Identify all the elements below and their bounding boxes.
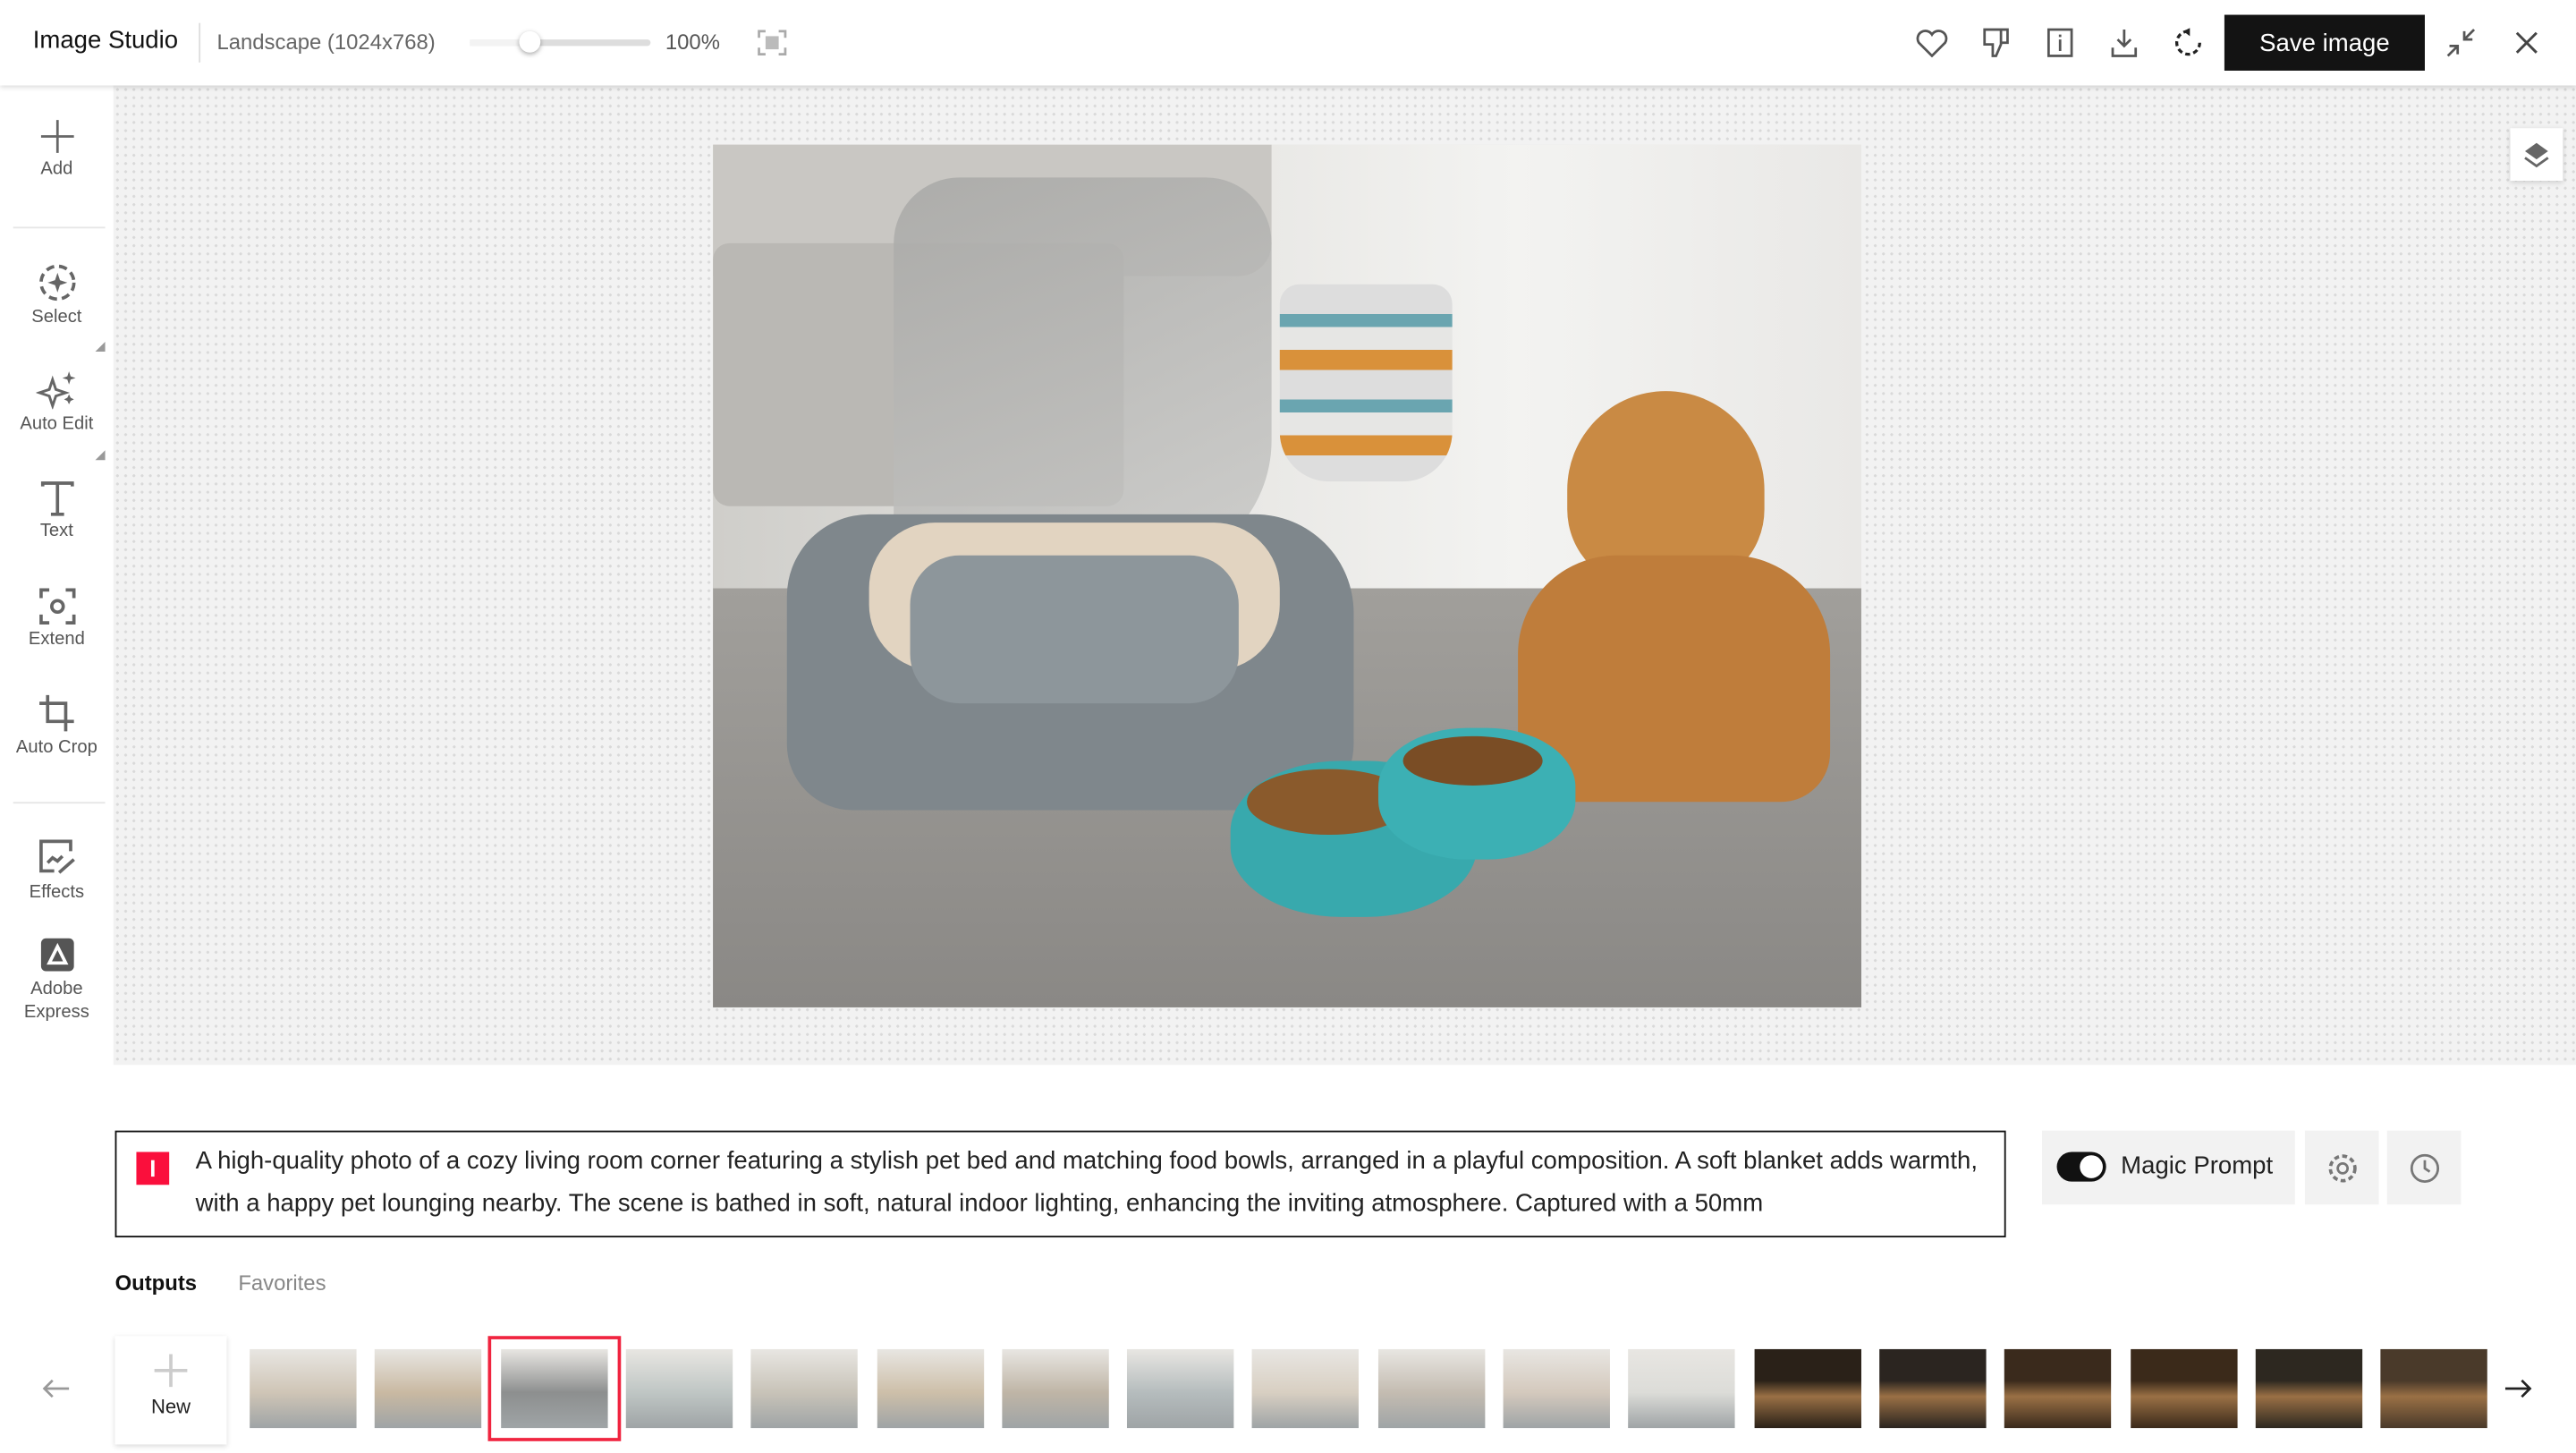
zoom-slider[interactable] (470, 30, 651, 53)
divider (13, 802, 106, 804)
submenu-indicator (95, 342, 106, 353)
collapse-icon[interactable] (2443, 25, 2479, 61)
select-icon (38, 264, 75, 302)
tool-text[interactable]: Text (0, 480, 114, 540)
output-thumbnail[interactable] (2380, 1348, 2487, 1429)
output-thumbnail[interactable] (250, 1348, 357, 1429)
gear-icon (2327, 1153, 2356, 1182)
sparkles-icon (35, 371, 75, 410)
layers-button[interactable] (2510, 128, 2563, 182)
scroll-right-arrow-icon[interactable] (2502, 1372, 2535, 1406)
output-thumbnail[interactable] (375, 1348, 482, 1429)
output-thumbnail[interactable] (750, 1348, 859, 1429)
generated-image[interactable] (713, 144, 1861, 1007)
tool-label: Text (39, 521, 73, 541)
output-thumbnail[interactable] (2004, 1348, 2112, 1429)
tool-label: Select (31, 307, 82, 327)
layers-icon (2524, 142, 2549, 168)
output-thumbnail[interactable] (625, 1348, 733, 1429)
prompt-input[interactable]: A high-quality photo of a cozy living ro… (114, 1130, 2006, 1238)
extend-icon (38, 588, 75, 625)
app-title: Image Studio (32, 26, 179, 55)
tool-label: Effects (29, 882, 85, 903)
tool-auto-crop[interactable]: Auto Crop (0, 693, 114, 758)
tool-effects[interactable]: Effects (0, 838, 114, 903)
output-thumbnail[interactable] (1753, 1348, 1861, 1429)
tab-outputs[interactable]: Outputs (115, 1270, 198, 1296)
fit-screen-icon[interactable] (756, 26, 789, 59)
new-button[interactable]: New (114, 1336, 227, 1445)
tool-label: Auto Edit (20, 413, 94, 434)
tool-sidebar: Add Select Auto Edit Text Extend Auto Cr… (0, 85, 114, 1066)
tab-favorites[interactable]: Favorites (238, 1270, 326, 1296)
zoom-slider-handle[interactable] (519, 30, 541, 53)
crop-icon (38, 694, 73, 732)
plus-icon (39, 120, 73, 153)
magic-prompt-label: Magic Prompt (2121, 1151, 2274, 1180)
history-button[interactable] (2386, 1130, 2462, 1205)
output-thumbnail[interactable] (1127, 1348, 1234, 1429)
tool-extend[interactable]: Extend (0, 588, 114, 650)
plus-icon (154, 1354, 188, 1388)
toggle-switch[interactable] (2056, 1151, 2106, 1182)
text-cursor-icon (136, 1151, 170, 1185)
tool-label: Auto Crop (15, 737, 97, 758)
close-icon[interactable] (2509, 25, 2545, 61)
top-bar: Image Studio Landscape (1024x768) 100% S… (0, 0, 2576, 86)
new-label: New (150, 1395, 191, 1419)
output-thumbnail[interactable] (2255, 1348, 2362, 1429)
divider (199, 22, 201, 63)
output-thumbnail[interactable] (1503, 1348, 1610, 1429)
tool-label: Adobe Express (23, 979, 89, 1023)
submenu-indicator (95, 450, 106, 461)
output-thumbnail[interactable] (1002, 1348, 1109, 1429)
scroll-left-arrow-icon[interactable] (39, 1372, 72, 1406)
output-thumbnail[interactable] (1377, 1348, 1485, 1429)
adobe-express-icon (39, 938, 73, 972)
settings-button[interactable] (2304, 1130, 2379, 1205)
tool-add[interactable]: Add (0, 118, 114, 179)
output-thumbnail[interactable] (1628, 1348, 1736, 1429)
divider (13, 226, 106, 229)
magic-prompt-toggle[interactable]: Magic Prompt (2042, 1130, 2295, 1205)
regenerate-icon[interactable] (2170, 25, 2206, 61)
text-icon (39, 481, 73, 516)
heart-icon[interactable] (1914, 25, 1950, 61)
output-thumbnail[interactable] (876, 1348, 984, 1429)
output-thumbnail[interactable] (1878, 1348, 1987, 1429)
tool-label: Add (40, 159, 73, 180)
prompt-text[interactable]: A high-quality photo of a cozy living ro… (196, 1141, 1987, 1227)
save-image-button[interactable]: Save image (2224, 14, 2425, 71)
thumbs-down-icon[interactable] (1978, 25, 2013, 61)
tool-adobe-express[interactable]: Adobe Express (0, 937, 114, 1024)
canvas-preset[interactable]: Landscape (1024x768) (216, 30, 435, 55)
tool-label: Extend (28, 629, 85, 650)
clock-icon (2409, 1152, 2439, 1183)
download-icon[interactable] (2106, 25, 2142, 61)
tool-auto-edit[interactable]: Auto Edit (0, 370, 114, 434)
zoom-level: 100% (665, 30, 720, 55)
tool-select[interactable]: Select (0, 263, 114, 327)
output-thumbnail[interactable] (487, 1336, 621, 1441)
info-icon[interactable] (2042, 25, 2078, 61)
output-thumbnail[interactable] (1252, 1348, 1360, 1429)
effects-icon (38, 839, 74, 874)
output-thumbnail[interactable] (2130, 1348, 2237, 1429)
